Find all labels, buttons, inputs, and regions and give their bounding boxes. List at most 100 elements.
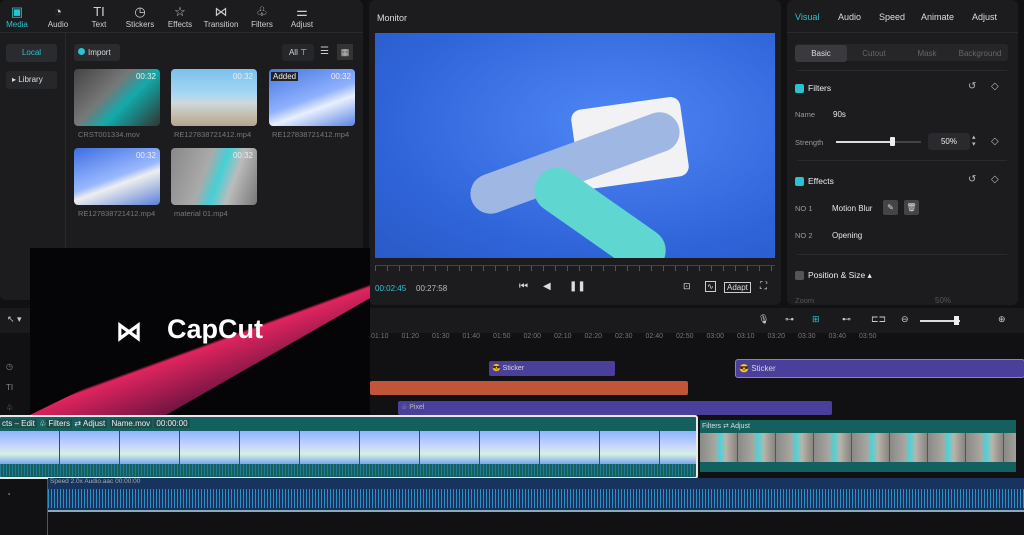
reset-icon[interactable]: ↺ [968,174,976,185]
step-back-icon[interactable]: ◀ [543,281,551,292]
tab-audio[interactable]: Audio [838,12,861,22]
fullscreen-icon[interactable]: ⛶ [760,281,767,292]
tool-audio[interactable]: ◔ Audio [38,4,78,29]
tab-adjust[interactable]: Adjust [972,12,997,22]
media-thumb[interactable]: 00:32 [74,148,160,205]
monitor-title: Monitor [377,13,408,23]
capcut-banner: ⋈ CapCut [30,248,370,415]
video-frame [1004,433,1016,462]
ruler-tick: 03:30 [798,333,816,340]
tool-media[interactable]: ▣ Media [0,4,37,29]
keyframe-icon[interactable]: ◇ [991,174,999,185]
mic-icon[interactable]: 🎙 [758,314,769,325]
media-icon: ▣ [10,4,24,19]
ruler-tick: 03:20 [767,333,786,340]
tab-animate[interactable]: Animate [921,12,954,22]
ruler-tick: 03:40 [828,333,847,340]
adjust-icon: ⚌ [296,4,308,19]
subtab-mask[interactable]: Mask [901,45,953,62]
sticker-clip[interactable]: 😎 Sticker [735,359,1024,378]
filter-dropdown[interactable]: All ⊤ [282,44,314,61]
zoom-out-icon[interactable]: ⊖ [901,314,909,325]
waveform-icon[interactable]: ∿ [705,281,716,292]
effect-clip[interactable]: ♧ Pixel [398,401,832,415]
sort-icon: ⊤ [300,48,308,57]
media-thumb[interactable]: Added 00:32 [269,69,355,126]
tool-text[interactable]: TI Text [79,4,119,29]
magnet-icon[interactable]: ⊞ [812,314,820,325]
tool-transition[interactable]: ⋈ Transition [201,4,241,29]
skip-start-icon[interactable]: ⏮ [519,281,528,292]
subtab-basic[interactable]: Basic [795,45,847,62]
ruler-tick: 02:50 [676,333,694,340]
stickers-icon: ◷ [134,4,146,19]
list-view-icon[interactable]: ☰ [320,46,329,57]
video-frame [700,433,738,462]
video-frame [0,431,60,464]
media-thumb[interactable]: 00:32 [74,69,160,126]
video-frame [928,433,966,462]
grid-view-icon[interactable]: ▦ [337,44,353,60]
ruler-tick: 02:20 [584,333,603,340]
effects-checkbox[interactable]: Effects [795,176,834,187]
video-clip-2[interactable]: Filters ⇄ Adjust [700,420,1016,472]
video-frame [180,431,240,464]
ruler-tick: 01:10 [371,333,389,340]
ruler-tick: 01:50 [493,333,511,340]
media-thumb[interactable]: 00:32 [171,148,257,205]
subtab-background[interactable]: Background [954,45,1006,62]
pause-icon[interactable]: ❚❚ [569,281,586,292]
tab-visual[interactable]: Visual [795,12,819,22]
stepper-icon[interactable]: ▴ ▾ [972,134,976,148]
ruler-tick: 02:10 [554,333,572,340]
tool-stickers[interactable]: ◷ Stickers [120,4,160,29]
side-local[interactable]: Local [6,44,57,62]
keyframe-icon[interactable]: ◇ [991,81,999,92]
filters-checkbox[interactable]: Filters [795,83,831,94]
video-frame [120,431,180,464]
chain-icon[interactable]: ⊷ [842,314,851,325]
split-icon[interactable]: ⊏⊐ [871,314,886,325]
tool-adjust[interactable]: ⚌ Adjust [282,4,322,29]
zoom-in-icon[interactable]: ⊕ [998,314,1006,325]
tool-effects[interactable]: ☆ Effects [160,4,200,29]
position-size-checkbox[interactable]: Position & Size ▴ [795,270,872,281]
select-tool-icon[interactable]: ↖ ▾ [7,314,22,325]
tab-speed[interactable]: Speed [879,12,905,22]
video-frame [240,431,300,464]
strength-slider[interactable] [836,137,921,146]
delete-icon[interactable]: 🗑 [904,200,919,215]
ruler-tick: 01:40 [462,333,481,340]
import-button[interactable]: Import [74,44,120,61]
snapshot-icon[interactable]: ⊡ [683,281,691,292]
text-clip[interactable] [370,381,688,395]
scrubber[interactable] [375,265,775,271]
video-frame [600,431,660,464]
reset-icon[interactable]: ↺ [968,81,976,92]
keyframe-icon[interactable]: ◇ [991,136,999,147]
subtab-cutout[interactable]: Cutout [848,45,900,62]
ruler-tick: 03:50 [859,333,877,340]
audio-clip[interactable]: Speed 2.0x Audio.aac 00:00:00 [48,478,1024,512]
filters-icon: ♧ [256,4,268,19]
total-time: 00:27:58 [416,284,448,293]
added-badge: Added [271,72,299,81]
tool-filters[interactable]: ♧ Filters [242,4,282,29]
zoom-slider[interactable] [920,316,960,325]
ruler-tick: 03:10 [737,333,755,340]
link-icon[interactable]: ⊶ [785,314,794,325]
video-preview[interactable] [375,33,775,258]
video-clip-1[interactable]: cts – Edit ♧ Filters ⇄ Adjust Name.mov 00:… [0,415,698,479]
track-text-icon: TI [6,383,14,392]
side-library[interactable]: ▸ Library [6,71,57,89]
media-thumb[interactable]: 00:32 [171,69,257,126]
video-frame [300,431,360,464]
adapt-button[interactable]: Adapt [724,282,751,293]
edit-icon[interactable]: ✎ [883,200,898,215]
current-time: 00:02:45 [375,284,407,293]
sticker-clip[interactable]: 😎 Sticker [489,361,615,376]
strength-input[interactable]: 50% [928,133,970,150]
capcut-logo-icon: ⋈ [116,316,142,346]
video-frame [738,433,776,462]
ruler-tick: 01:30 [432,333,450,340]
